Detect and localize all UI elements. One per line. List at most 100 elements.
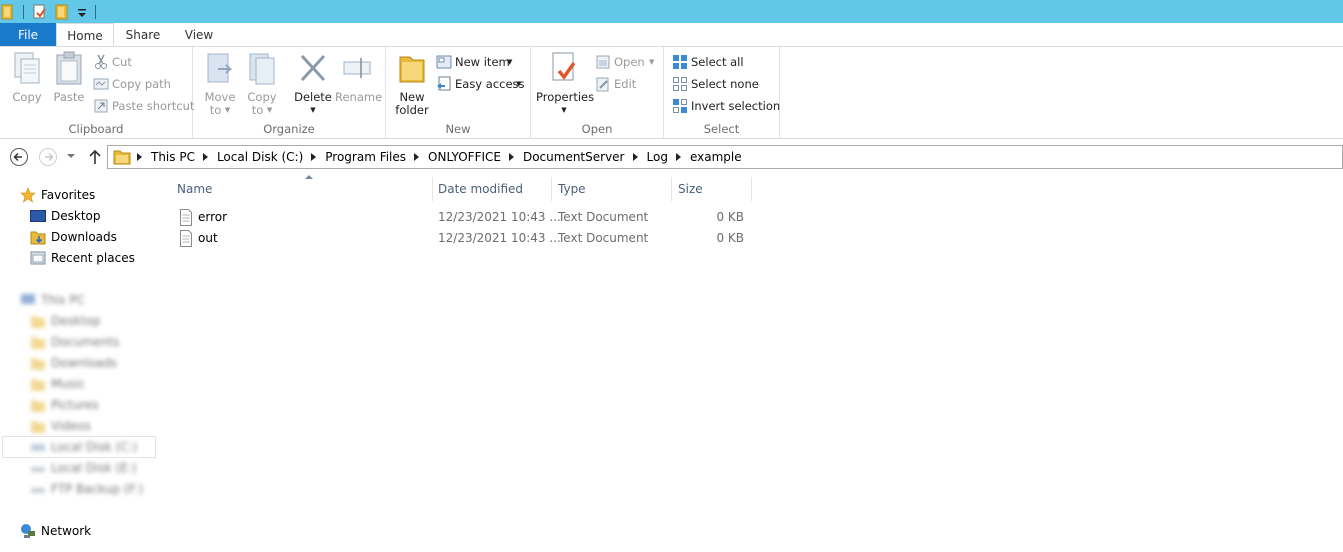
move-to-label-1: Move: [204, 90, 236, 104]
network-icon: [21, 524, 35, 538]
easy-access-label: Easy access: [455, 77, 525, 91]
breadcrumb-separator[interactable]: [133, 146, 147, 168]
delete-icon: [300, 54, 326, 82]
move-to-label-2: to: [209, 103, 222, 117]
file-list: Name Date modified Type Size error 12/23…: [161, 174, 1343, 552]
edit-label: Edit: [614, 77, 637, 91]
properties-label: Properties: [536, 90, 595, 104]
copy-to-button[interactable]: Copy to ▼: [243, 51, 281, 117]
nav-pictures-label: Pictures: [51, 398, 99, 412]
crumb-program-files[interactable]: Program Files: [321, 146, 410, 168]
desktop-icon: [30, 210, 46, 222]
file-size: 0 KB: [716, 231, 744, 245]
open-group-label: Open: [581, 122, 613, 136]
copy-to-label-2: to: [251, 103, 264, 117]
tab-view[interactable]: View: [172, 23, 226, 47]
navigation-pane: Favorites Desktop Downloads Recent place…: [0, 174, 160, 552]
drive-icon: [31, 444, 45, 451]
folder-icon: [31, 358, 45, 370]
crumb-this-pc[interactable]: This PC: [147, 146, 199, 168]
select-all-label: Select all: [691, 55, 744, 69]
easy-access-icon: [437, 76, 451, 91]
column-date-label: Date modified: [438, 182, 524, 196]
scissors-icon: [95, 54, 107, 69]
nav-documents-label: Documents: [51, 335, 120, 349]
text-document-icon: [180, 230, 192, 247]
nav-pc-desktop-label: Desktop: [51, 314, 101, 328]
new-item-icon: [436, 55, 452, 69]
move-to-button[interactable]: Move to ▼: [201, 51, 239, 117]
column-name[interactable]: Name: [171, 175, 433, 201]
new-folder-qat-icon[interactable]: [55, 4, 69, 20]
recent-places-icon: [30, 251, 46, 265]
open-icon: [596, 55, 610, 69]
rename-button[interactable]: Rename: [335, 51, 382, 104]
column-header: Name Date modified Type Size: [161, 175, 752, 201]
paste-button[interactable]: Paste: [50, 51, 88, 104]
nav-downloads-label: Downloads: [51, 230, 117, 244]
tab-home[interactable]: Home: [56, 23, 114, 48]
tab-share[interactable]: Share: [116, 23, 170, 47]
breadcrumb-separator[interactable]: [672, 146, 686, 168]
forward-icon[interactable]: [38, 147, 58, 167]
column-type-label: Type: [558, 182, 586, 196]
new-item-label: New item: [455, 55, 510, 69]
properties-qat-icon[interactable]: [33, 4, 47, 20]
column-size[interactable]: Size: [672, 177, 752, 201]
breadcrumb-separator[interactable]: [199, 146, 213, 168]
cut-label: Cut: [112, 55, 132, 69]
copy-path-label: Copy path: [112, 77, 171, 91]
file-date: 12/23/2021 10:43 ...: [438, 210, 561, 224]
new-folder-button[interactable]: New folder: [392, 51, 432, 117]
folder-icon: [31, 421, 45, 433]
crumb-example[interactable]: example: [686, 146, 746, 168]
move-to-icon: [207, 53, 233, 83]
breadcrumb: This PC Local Disk (C:) Program Files ON…: [108, 146, 746, 168]
column-type[interactable]: Type: [552, 177, 672, 201]
delete-button[interactable]: Delete ▼: [293, 51, 333, 117]
folder-icon: [31, 337, 45, 349]
edit-icon: [596, 77, 609, 92]
nav-recent-places-label: Recent places: [51, 251, 135, 265]
recent-locations-icon[interactable]: [66, 153, 76, 161]
column-date-modified[interactable]: Date modified: [432, 177, 552, 201]
file-size: 0 KB: [716, 210, 744, 224]
breadcrumb-separator[interactable]: [505, 146, 519, 168]
up-icon[interactable]: [87, 147, 103, 167]
open-label: Open: [614, 55, 645, 69]
copy-icon: [14, 52, 40, 84]
clipboard-group-label: Clipboard: [68, 122, 124, 136]
table-row[interactable]: out 12/23/2021 10:43 ... Text Document 0…: [161, 228, 752, 249]
crumb-log[interactable]: Log: [643, 146, 672, 168]
breadcrumb-separator[interactable]: [307, 146, 321, 168]
properties-button[interactable]: Properties ▼: [536, 51, 595, 117]
organize-group-label: Organize: [263, 122, 315, 136]
qat-separator: [23, 5, 24, 19]
tab-file[interactable]: File: [0, 23, 56, 47]
nav-music-label: Music: [51, 377, 86, 391]
new-group: New folder New item ▼ Easy access ▼ New: [386, 47, 531, 139]
crumb-onlyoffice[interactable]: ONLYOFFICE: [424, 146, 505, 168]
nav-local-disk-e-label: Local Disk (E:): [51, 461, 137, 475]
breadcrumb-separator[interactable]: [410, 146, 424, 168]
folder-icon: [113, 150, 131, 165]
navigation-row: This PC Local Disk (C:) Program Files ON…: [0, 140, 1343, 174]
organize-group: Move to ▼ Copy to ▼ Delete ▼ Rename Orga…: [193, 47, 386, 139]
back-icon[interactable]: [9, 147, 29, 167]
copy-to-icon: [249, 53, 275, 85]
breadcrumb-separator[interactable]: [629, 146, 643, 168]
drive-icon: [31, 467, 45, 472]
copy-button[interactable]: Copy: [8, 51, 46, 104]
folder-icon: [31, 316, 45, 328]
nav-this-pc-label: This PC: [41, 293, 85, 307]
column-name-label: Name: [177, 182, 213, 196]
ribbon: Copy Paste Cut Copy path Paste shortcut …: [0, 46, 1343, 139]
crumb-documentserver[interactable]: DocumentServer: [519, 146, 629, 168]
crumb-local-disk-c[interactable]: Local Disk (C:): [213, 146, 307, 168]
table-row[interactable]: error 12/23/2021 10:43 ... Text Document…: [161, 207, 752, 228]
nav-favorites-label: Favorites: [41, 188, 96, 202]
nav-network-label: Network: [41, 524, 92, 538]
downloads-folder-icon: [30, 231, 46, 245]
address-bar[interactable]: This PC Local Disk (C:) Program Files ON…: [107, 145, 1343, 169]
customize-qat-icon[interactable]: [76, 4, 88, 20]
